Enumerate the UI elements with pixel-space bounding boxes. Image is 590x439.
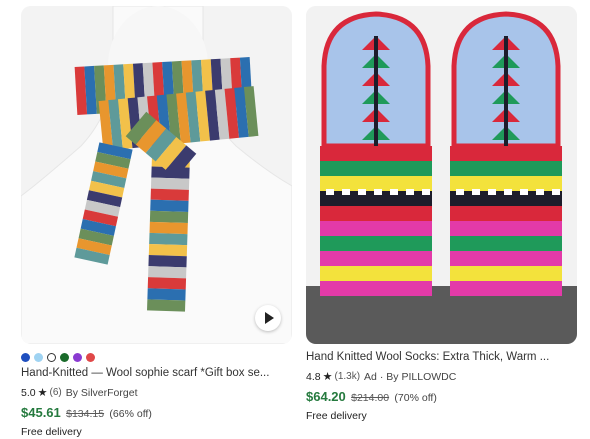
sock-accent [326, 189, 334, 195]
sock-accent [342, 189, 350, 195]
sock-band [450, 206, 562, 221]
price-row: $64.20 $214.00 (70% off) [306, 389, 577, 406]
sock-band [450, 176, 562, 191]
scarf-stripe [150, 177, 190, 190]
star-icon: ★ [322, 371, 333, 383]
listing-rating-row: 4.8 ★ (1.3k) Ad · By PILLOWDC [306, 370, 577, 384]
review-count: (6) [49, 387, 62, 398]
scarf-stripe [150, 188, 189, 201]
sock-band [320, 221, 432, 236]
sock-band [450, 281, 562, 296]
scarf-stripe [147, 299, 186, 312]
sock-accent [488, 189, 496, 195]
sock-accent [390, 189, 398, 195]
discount-label: (66% off) [109, 408, 152, 420]
sock-band [320, 176, 432, 191]
scarf-stripe [148, 266, 187, 279]
scarf-stripe [149, 210, 189, 224]
scarf-stripe [150, 199, 189, 212]
rating-value: 5.0 [21, 387, 36, 399]
delivery-label: Free delivery [306, 410, 367, 422]
scarf-stripe [148, 243, 188, 257]
play-icon [265, 312, 274, 324]
star-icon: ★ [37, 387, 48, 399]
sock-accent [374, 189, 382, 195]
listing-card[interactable]: Hand-Knitted — Wool sophie scarf *Gift b… [21, 6, 292, 439]
sale-price: $64.20 [306, 389, 346, 404]
sock-band [320, 206, 432, 221]
sock-accent [456, 189, 464, 195]
color-swatch[interactable] [86, 352, 95, 362]
color-swatch[interactable] [21, 352, 30, 362]
sock-band [450, 146, 562, 161]
listing-image[interactable] [306, 6, 577, 344]
scarf-stripe [147, 277, 187, 290]
sock-band [320, 251, 432, 266]
listing-card[interactable]: Hand Knitted Wool Socks: Extra Thick, Wa… [306, 6, 577, 423]
sock-accent [358, 189, 366, 195]
scarf-stripe [148, 255, 187, 268]
listing-rating-row: 5.0 ★ (6) By SilverForget [21, 386, 292, 400]
ad-badge: Ad [364, 371, 377, 383]
sale-price: $45.61 [21, 405, 61, 420]
scarf-illustration [21, 6, 292, 344]
sock-accent [536, 189, 544, 195]
sock-accent [552, 189, 560, 195]
sock-accent [472, 189, 480, 195]
discount-label: (70% off) [394, 392, 437, 404]
scarf-stripe [147, 288, 186, 301]
listing-title[interactable]: Hand-Knitted — Wool sophie scarf *Gift b… [21, 366, 292, 381]
sock-band [450, 266, 562, 281]
color-swatches [21, 351, 292, 363]
review-count: (1.3k) [334, 371, 361, 382]
scarf-stripe [149, 232, 188, 246]
socks-illustration [306, 6, 577, 344]
sock-accent [422, 189, 430, 195]
scarf-stripe [149, 221, 188, 235]
listing-image[interactable] [21, 6, 292, 344]
rating-value: 4.8 [306, 371, 321, 383]
seller-name[interactable]: By SilverForget [66, 386, 138, 400]
sock-band [320, 266, 432, 281]
sock-band [320, 161, 432, 176]
play-video-button[interactable] [255, 305, 281, 331]
sock-motif-stem [374, 36, 378, 146]
listing-title[interactable]: Hand Knitted Wool Socks: Extra Thick, Wa… [306, 350, 577, 365]
color-swatch[interactable] [73, 352, 82, 362]
original-price: $214.00 [351, 392, 390, 404]
sock-accent [406, 189, 414, 195]
sock-band [450, 161, 562, 176]
color-swatch[interactable] [34, 352, 43, 362]
color-swatch[interactable] [60, 352, 69, 362]
sock-band [450, 251, 562, 266]
sock-band [450, 236, 562, 251]
sock-band [320, 236, 432, 251]
sock-band [320, 146, 432, 161]
sock-accent [504, 189, 512, 195]
color-swatch[interactable] [47, 352, 56, 362]
sock-accent [520, 189, 528, 195]
sock-motif-stem [504, 36, 508, 146]
price-row: $45.61 $134.15 (66% off) [21, 405, 292, 422]
sock-band [450, 221, 562, 236]
delivery-label: Free delivery [21, 426, 82, 438]
original-price: $134.15 [66, 408, 105, 420]
seller-name[interactable]: · By PILLOWDC [380, 370, 456, 384]
sock-band [320, 281, 432, 296]
